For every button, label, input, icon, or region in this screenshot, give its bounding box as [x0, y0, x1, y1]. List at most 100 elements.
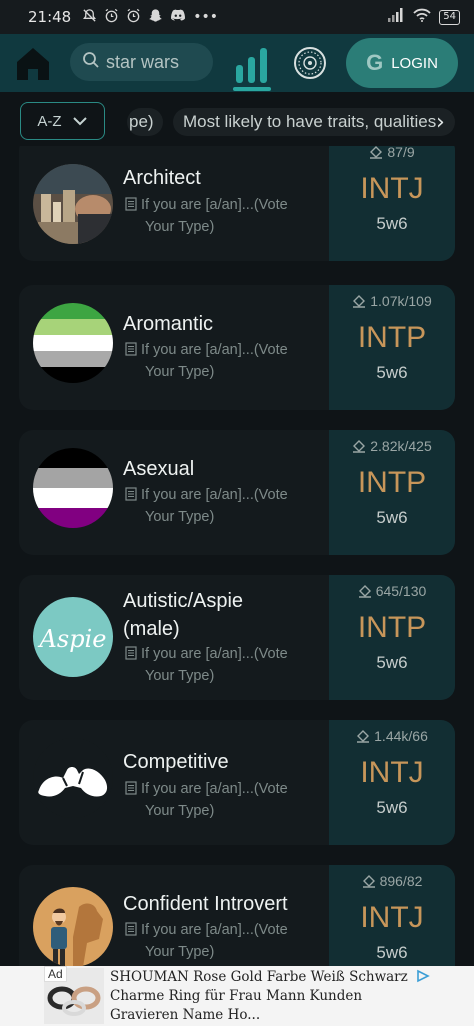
- muted-bell-icon: [82, 8, 97, 26]
- top-nav: G LOGIN: [0, 34, 474, 92]
- compass-icon: [294, 47, 326, 79]
- card-title-line: Confident Introvert: [123, 893, 288, 915]
- status-time: 21:48: [28, 8, 72, 26]
- snapchat-icon: [148, 8, 163, 26]
- alarm-icon: [104, 8, 119, 26]
- ad-info-icon[interactable]: [416, 968, 430, 987]
- vote-count: 1.07k/109: [329, 293, 455, 309]
- vote-icon: [358, 585, 371, 598]
- card-title: Autistic/Aspie (male): [123, 587, 243, 643]
- type-panel: 896/82 INTJ 5w6: [329, 865, 455, 966]
- login-label: LOGIN: [391, 54, 438, 72]
- card-description-line: If you are [a/an]...(Vote: [141, 646, 288, 662]
- vote-count: 87/9: [329, 146, 455, 160]
- card-description-line: Your Type): [145, 219, 215, 235]
- aspie-logo: Aspie: [33, 597, 113, 677]
- document-icon: [125, 922, 137, 936]
- card-description-line: If you are [a/an]...(Vote: [141, 342, 288, 358]
- card-description-line: If you are [a/an]...(Vote: [141, 487, 288, 503]
- document-icon: [125, 342, 137, 356]
- card-description: If you are [a/an]...(Vote Your Type): [125, 194, 325, 238]
- card-description-line: If you are [a/an]...(Vote: [141, 781, 288, 797]
- ad-banner[interactable]: Ad SHOUMAN Rose Gold Farbe Weiß Schwarz …: [0, 966, 474, 1026]
- card-description: If you are [a/an]...(Vote Your Type): [125, 339, 325, 383]
- chevron-down-icon: [72, 117, 87, 126]
- card-description-line: Your Type): [145, 803, 215, 819]
- enneagram-type: 5w6: [376, 363, 408, 382]
- stats-tab-button[interactable]: [233, 43, 271, 87]
- arm-wrestling-icon: [33, 738, 113, 818]
- vote-count-value: 1.07k/109: [370, 293, 432, 309]
- wifi-icon: [413, 8, 431, 26]
- type-panel: 1.07k/109 INTP 5w6: [329, 285, 455, 410]
- filter-chip[interactable]: Most likely to have traits, qualities: [173, 108, 455, 136]
- active-tab-indicator: [233, 87, 271, 91]
- filter-chip[interactable]: pe): [127, 108, 163, 136]
- vote-count: 645/130: [329, 583, 455, 599]
- filter-chip-label: pe): [129, 112, 154, 131]
- ad-text: SHOUMAN Rose Gold Farbe Weiß Schwarz Cha…: [110, 969, 408, 1023]
- bar-chart-icon: [236, 48, 267, 83]
- card-title-line: Autistic/Aspie: [123, 590, 244, 612]
- card-description: If you are [a/an]...(Vote Your Type): [125, 484, 325, 528]
- card-description: If you are [a/an]...(Vote Your Type): [125, 643, 325, 687]
- card-description-line: Your Type): [145, 944, 215, 960]
- mbti-type: INTJ: [360, 756, 424, 789]
- vote-count-value: 896/82: [379, 873, 423, 889]
- confident-introvert-illustration: [33, 887, 113, 966]
- card-title: Architect: [123, 164, 201, 192]
- list-item[interactable]: Aromantic If you are [a/an]...(Vote Your…: [19, 285, 455, 410]
- search-box[interactable]: [70, 43, 213, 81]
- more-dots-icon: •••: [193, 9, 219, 25]
- enneagram-type: 5w6: [376, 214, 408, 233]
- discord-icon: [170, 8, 186, 26]
- document-icon: [125, 646, 137, 660]
- battery-level: 54: [443, 10, 456, 22]
- list-item[interactable]: Competitive If you are [a/an]...(Vote Yo…: [19, 720, 455, 845]
- card-description: If you are [a/an]...(Vote Your Type): [125, 778, 325, 822]
- document-icon: [125, 781, 137, 795]
- vote-count: 2.82k/425: [329, 438, 455, 454]
- type-panel: 2.82k/425 INTP 5w6: [329, 430, 455, 555]
- mbti-type: INTP: [357, 466, 427, 499]
- type-panel: 1.44k/66 INTJ 5w6: [329, 720, 455, 845]
- type-panel: 645/130 INTP 5w6: [329, 575, 455, 700]
- list-item[interactable]: Confident Introvert If you are [a/an]...…: [19, 865, 455, 966]
- search-input[interactable]: [106, 51, 211, 73]
- battery-icon: 54: [439, 9, 460, 25]
- list-item[interactable]: Asexual If you are [a/an]...(Vote Your T…: [19, 430, 455, 555]
- vote-count-value: 1.44k/66: [374, 728, 428, 744]
- mbti-type: INTJ: [360, 172, 424, 205]
- card-description-line: Your Type): [145, 668, 215, 684]
- card-title-line: Asexual: [123, 458, 195, 480]
- status-bar: 21:48 ••• 54: [0, 0, 474, 34]
- card-title-line: Architect: [123, 167, 201, 189]
- login-button[interactable]: G LOGIN: [346, 38, 458, 88]
- signal-icon: [387, 8, 405, 26]
- card-description-line: If you are [a/an]...(Vote: [141, 197, 288, 213]
- card-title: Competitive: [123, 748, 229, 776]
- vote-icon: [362, 875, 375, 888]
- chevron-right-icon[interactable]: ›: [436, 110, 445, 135]
- vote-count-value: 87/9: [387, 146, 415, 160]
- list-item[interactable]: Aspie Autistic/Aspie (male) If you are [a…: [19, 575, 455, 700]
- aromantic-flag: [33, 303, 113, 383]
- compass-button[interactable]: [292, 45, 328, 81]
- google-icon: G: [366, 50, 384, 75]
- card-title: Confident Introvert: [123, 890, 288, 918]
- alarm-icon: [126, 8, 141, 26]
- enneagram-type: 5w6: [376, 943, 408, 962]
- home-button[interactable]: [14, 44, 52, 82]
- list-item[interactable]: Architect If you are [a/an]...(Vote Your…: [19, 146, 455, 261]
- mbti-type: INTJ: [360, 901, 424, 934]
- sort-dropdown[interactable]: A-Z: [20, 102, 105, 140]
- vote-icon: [357, 730, 370, 743]
- architect-photo: [33, 164, 113, 244]
- enneagram-type: 5w6: [376, 798, 408, 817]
- card-title: Aromantic: [123, 310, 213, 338]
- asexual-flag: [33, 448, 113, 528]
- vote-icon: [353, 295, 366, 308]
- card-description: If you are [a/an]...(Vote Your Type): [125, 919, 325, 963]
- vote-count: 1.44k/66: [329, 728, 455, 744]
- vote-icon: [353, 440, 366, 453]
